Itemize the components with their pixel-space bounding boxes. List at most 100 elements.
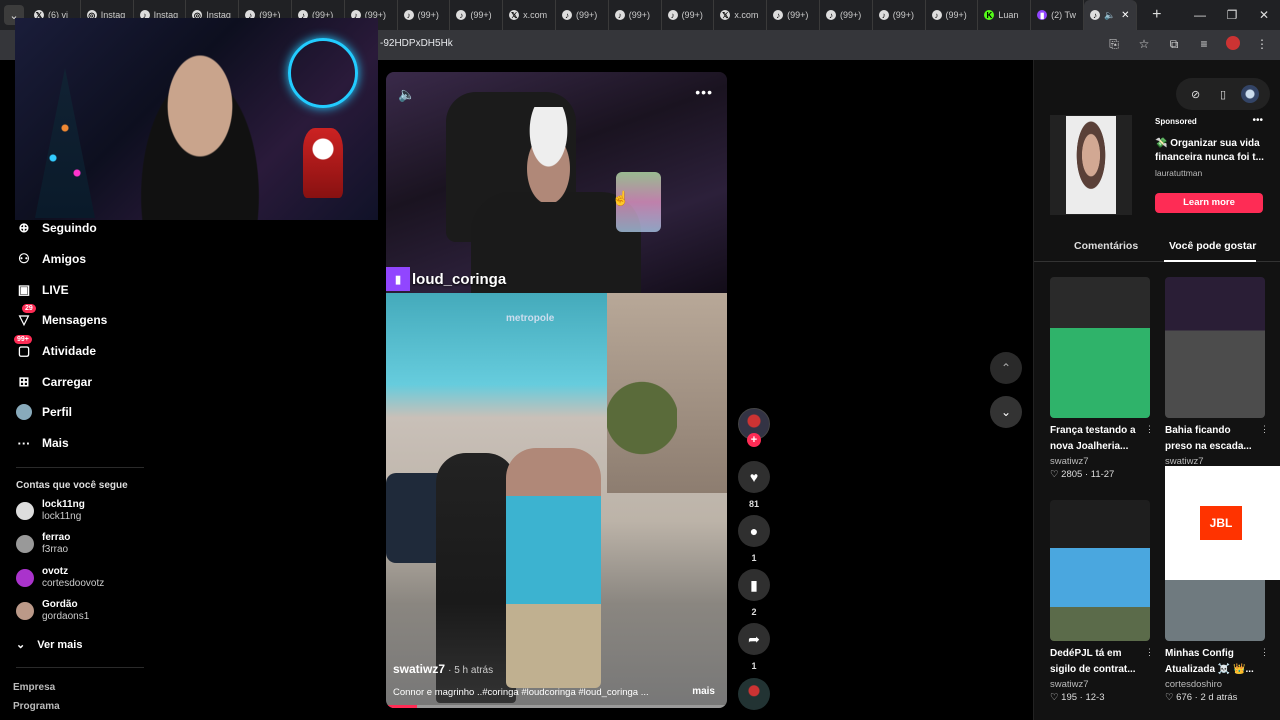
browser-tab[interactable]: ♪ (99+) xyxy=(609,0,662,30)
restore-icon[interactable]: ❐ xyxy=(1216,0,1248,30)
bookmark-icon[interactable]: ▮ xyxy=(738,569,770,601)
share-icon[interactable]: ➦ xyxy=(738,623,770,655)
browser-tab[interactable]: 𝕏x.com xyxy=(714,0,768,30)
card-more-icon[interactable]: ⋮ xyxy=(1145,647,1154,658)
browser-tab[interactable]: ♪ (99+) xyxy=(556,0,609,30)
follow-plus-icon[interactable]: + xyxy=(747,433,761,447)
more-options-icon[interactable]: ••• xyxy=(695,84,713,100)
game-logo: metropole xyxy=(506,313,555,324)
like-heart-icon[interactable]: ♥ xyxy=(738,461,770,493)
following-account[interactable]: ovotz cortesdoovotz xyxy=(16,566,104,590)
nav-upload[interactable]: ⊞ Carregar xyxy=(16,374,92,390)
character-blue-shirt xyxy=(506,448,601,688)
video-player[interactable]: metropole 🔈 ••• ▮ loud_coringa swatiwz7 … xyxy=(386,72,727,708)
ad-thumbnail[interactable] xyxy=(1050,115,1132,215)
active-browser-tab[interactable]: ♪ 🔈 ✕ xyxy=(1083,0,1137,30)
messages-badge: 29 xyxy=(22,304,36,313)
sponsor-popup[interactable]: JBL xyxy=(1165,466,1280,580)
browser-tab[interactable]: ♪ (99+) xyxy=(398,0,451,30)
nav-profile[interactable]: Perfil xyxy=(16,404,72,420)
caption-more-button[interactable]: mais xyxy=(692,686,715,697)
browser-tab[interactable]: ♪ (99+) xyxy=(873,0,926,30)
progress-fill xyxy=(386,705,417,708)
new-tab-icon[interactable]: + xyxy=(1145,6,1169,24)
user-avatar-icon[interactable] xyxy=(1241,85,1260,103)
tab-you-may-like[interactable]: Você pode gostar xyxy=(1169,240,1256,252)
card-stats: ♡ 2805 · 11-27 xyxy=(1050,469,1115,480)
streamer-tag: ▮ loud_coringa xyxy=(386,267,506,291)
ad-username: lauratuttman xyxy=(1155,168,1203,178)
browser-tab[interactable]: 𝕏x.com xyxy=(503,0,556,30)
minimize-icon[interactable]: — xyxy=(1184,0,1216,30)
footer-link-company[interactable]: Empresa xyxy=(13,682,55,693)
neon-sign xyxy=(288,38,358,108)
sponsored-ad[interactable]: Sponsored ••• 💸 Organizar sua vida finan… xyxy=(1050,115,1265,220)
close-window-icon[interactable]: ✕ xyxy=(1248,0,1280,30)
avatar xyxy=(16,602,34,620)
nav-activity[interactable]: ▢ 99+ Atividade xyxy=(14,335,96,359)
chevron-down-icon: ⌄ xyxy=(16,639,26,651)
suggested-video-card[interactable]: Bahia ficando preso na escada... ⋮ swati… xyxy=(1165,277,1269,467)
video-thumbnail[interactable] xyxy=(1165,277,1265,418)
tiktok-icon: ♪ xyxy=(456,10,467,20)
browser-tab[interactable]: ♪ (99+) xyxy=(662,0,715,30)
tiktok-icon: ♪ xyxy=(825,10,836,20)
url-text[interactable]: -92HDPxDH5Hk xyxy=(380,38,453,49)
compass-icon[interactable]: ⊘ xyxy=(1187,85,1205,103)
nav-more[interactable]: ··· Mais xyxy=(16,435,69,451)
save-count: 2 xyxy=(751,607,757,617)
learn-more-button[interactable]: Learn more xyxy=(1155,193,1263,213)
browser-tab[interactable]: ♪ (99+) xyxy=(820,0,873,30)
video-thumbnail[interactable] xyxy=(1050,277,1150,418)
browser-tab[interactable]: ♪ (99+) xyxy=(926,0,979,30)
x-icon: 𝕏 xyxy=(720,10,731,20)
card-more-icon[interactable]: ⋮ xyxy=(1260,424,1269,435)
next-video-chevron-down-icon[interactable]: ⌄ xyxy=(990,396,1022,428)
suggested-video-card[interactable]: França testando a nova Joalheria... ⋮ sw… xyxy=(1050,277,1154,480)
see-more-button[interactable]: ⌄ Ver mais xyxy=(16,638,82,652)
browser-tab[interactable]: K Luan xyxy=(978,0,1032,30)
activity-badge: 99+ xyxy=(14,335,32,344)
card-more-icon[interactable]: ⋮ xyxy=(1145,424,1154,435)
following-account[interactable]: ferrao f3rrao xyxy=(16,532,70,556)
phone-icon[interactable]: ▯ xyxy=(1214,85,1232,103)
video-author[interactable]: swatiwz7 · 5 h atrás xyxy=(393,662,493,676)
browser-tab[interactable]: ♪ (99+) xyxy=(450,0,504,30)
comment-icon[interactable]: ● xyxy=(738,515,770,547)
browser-tab[interactable]: ♪ (99+) xyxy=(767,0,820,30)
suggested-video-card[interactable]: DedéPJL tá em sigilo de contrat... ⋮ swa… xyxy=(1050,500,1154,703)
webcam-overlay xyxy=(15,18,378,220)
previous-video-chevron-up-icon[interactable]: ⌃ xyxy=(990,352,1022,384)
nav-following[interactable]: ⊕ Seguindo xyxy=(16,220,97,236)
sound-disc-icon[interactable] xyxy=(738,678,770,710)
x-icon: 𝕏 xyxy=(509,10,520,20)
profile-avatar-icon[interactable] xyxy=(1226,36,1240,50)
right-panel: ⊘ ▯ Sponsored ••• 💸 Organizar sua vida f… xyxy=(1033,60,1280,720)
nav-live[interactable]: ▣ LIVE xyxy=(16,282,69,298)
ad-more-icon[interactable]: ••• xyxy=(1252,115,1263,126)
browser-tab[interactable]: ▮ (2) Tw xyxy=(1031,0,1084,30)
extensions-icon[interactable]: ⧉ xyxy=(1166,36,1182,52)
install-app-icon[interactable]: ⎘ xyxy=(1106,36,1122,52)
streamer-head xyxy=(511,107,586,202)
nav-friends[interactable]: ⚇ Amigos xyxy=(16,251,86,267)
card-more-icon[interactable]: ⋮ xyxy=(1260,647,1269,658)
browser-menu-icon[interactable]: ⋮ xyxy=(1254,36,1270,52)
volume-icon[interactable]: 🔈 xyxy=(398,86,415,103)
following-account[interactable]: lock11ng lock11ng xyxy=(16,499,85,523)
tiktok-icon: ♪ xyxy=(561,10,572,20)
media-control-icon[interactable]: ≡ xyxy=(1196,36,1212,52)
video-progress-bar[interactable] xyxy=(386,705,727,708)
nav-divider xyxy=(16,467,144,468)
upload-icon: ⊞ xyxy=(18,374,30,389)
card-stats: ♡ 195 · 12-3 xyxy=(1050,692,1105,703)
footer-link-program[interactable]: Programa xyxy=(13,701,60,712)
following-account[interactable]: Gordão gordaons1 xyxy=(16,599,89,623)
tab-comments[interactable]: Comentários xyxy=(1074,240,1138,252)
close-tab-icon[interactable]: ✕ xyxy=(1121,10,1129,21)
bookmark-star-icon[interactable]: ☆ xyxy=(1136,36,1152,52)
jbl-logo: JBL xyxy=(1200,506,1242,540)
nav-messages[interactable]: ▽ 29 Mensagens xyxy=(16,304,107,328)
video-thumbnail[interactable] xyxy=(1050,500,1150,641)
kick-icon: K xyxy=(984,10,995,20)
